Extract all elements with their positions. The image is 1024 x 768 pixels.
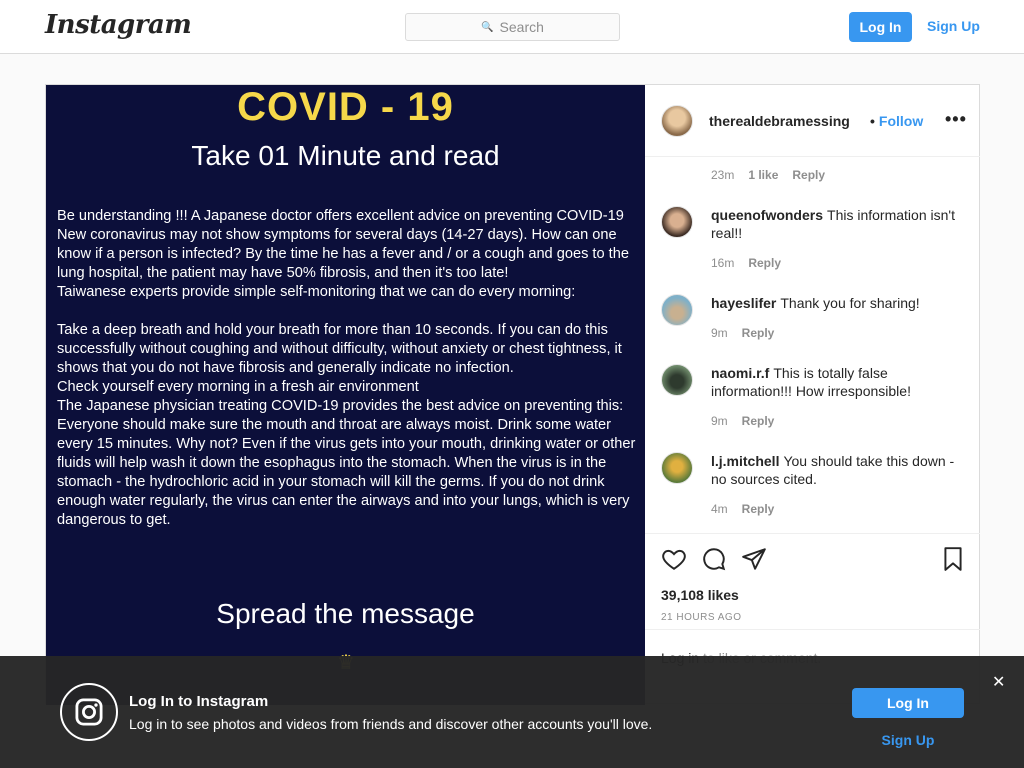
search-icon: 🔍 — [481, 21, 494, 33]
comment-text: l.j.mitchell You should take this down - … — [711, 452, 971, 488]
heart-icon[interactable] — [661, 546, 687, 572]
search-input[interactable]: 🔍 Search — [405, 13, 620, 41]
comments-list[interactable]: 23m 1 like Reply queenofwonders This inform… — [645, 157, 980, 532]
signup-link[interactable]: Sign Up — [927, 18, 980, 34]
separator-dot: • — [870, 113, 875, 129]
commenter-username[interactable]: naomi.r.f — [711, 365, 769, 381]
more-options-icon[interactable]: ••• — [945, 109, 967, 130]
follow-label: Follow — [878, 113, 924, 129]
commenter-username[interactable]: queenofwonders — [711, 207, 823, 223]
banner-subtitle: Log in to see photos and videos from fri… — [129, 716, 653, 732]
comment-meta: 16m Reply — [711, 256, 781, 270]
reply-button[interactable]: Reply — [742, 414, 775, 428]
login-banner: Log In to Instagram Log in to see photos… — [0, 656, 1024, 768]
commenter-username[interactable]: hayeslifer — [711, 295, 776, 311]
banner-login-button[interactable]: Log In — [852, 688, 964, 718]
banner-signup-link[interactable]: Sign Up — [852, 732, 964, 748]
comment-meta: 9m Reply — [711, 414, 774, 428]
comment-time: 9m — [711, 326, 728, 340]
commenter-avatar[interactable] — [661, 206, 693, 238]
reply-button[interactable]: Reply — [748, 256, 781, 270]
banner-title: Log In to Instagram — [129, 693, 269, 710]
follow-button[interactable]: • Follow — [870, 113, 923, 129]
commenter-avatar[interactable] — [661, 294, 693, 326]
instagram-logo[interactable]: Instagram — [45, 10, 192, 40]
image-subtitle: Take 01 Minute and read — [191, 140, 500, 171]
image-body-text: Be understanding !!! A Japanese doctor o… — [57, 208, 636, 528]
owner-avatar[interactable] — [661, 105, 693, 137]
top-navigation-bar: Instagram 🔍 Search Log In Sign Up — [0, 0, 1024, 54]
post-image[interactable]: COVID - 19 Take 01 Minute and read Be un… — [46, 85, 645, 705]
comment-time: 9m — [711, 414, 728, 428]
reply-button[interactable]: Reply — [742, 326, 775, 340]
instagram-glyph-icon — [60, 683, 118, 741]
commenter-username[interactable]: l.j.mitchell — [711, 453, 779, 469]
bookmark-icon[interactable] — [940, 546, 966, 572]
comment-meta: 4m Reply — [711, 502, 774, 516]
share-icon[interactable] — [741, 546, 767, 572]
close-icon[interactable]: ✕ — [992, 672, 1005, 692]
comment-meta: 23m 1 like Reply — [711, 168, 825, 182]
post-card: COVID - 19 Take 01 Minute and read Be un… — [45, 84, 980, 705]
reply-button[interactable]: Reply — [742, 502, 775, 516]
comment-time: 4m — [711, 502, 728, 516]
commenter-avatar[interactable] — [661, 364, 693, 396]
image-title: COVID - 19 — [237, 85, 454, 129]
login-button[interactable]: Log In — [849, 12, 912, 42]
post-actions: 39,108 likes 21 HOURS AGO — [645, 533, 980, 629]
post-sidebar: therealdebramessing • Follow ••• 23m 1 lik… — [645, 85, 980, 705]
post-timestamp: 21 HOURS AGO — [661, 612, 742, 623]
comment-icon[interactable] — [701, 546, 727, 572]
search-placeholder: Search — [499, 19, 544, 35]
comment-text: hayeslifer Thank you for sharing! — [711, 294, 971, 312]
comment-text: queenofwonders This information isn't rea… — [711, 206, 971, 242]
owner-username[interactable]: therealdebramessing — [709, 113, 850, 129]
comment-time: 16m — [711, 256, 735, 270]
likes-count[interactable]: 39,108 likes — [661, 587, 739, 603]
reply-button[interactable]: Reply — [792, 168, 825, 182]
comment-text: naomi.r.f This is totally false informati… — [711, 364, 971, 400]
comment-meta: 9m Reply — [711, 326, 774, 340]
comment-time: 23m — [711, 168, 735, 182]
post-header: therealdebramessing • Follow ••• — [645, 85, 980, 157]
image-footer: Spread the message — [216, 598, 475, 629]
comment-body: Thank you for sharing! — [780, 295, 920, 311]
comment-likes[interactable]: 1 like — [748, 168, 778, 182]
commenter-avatar[interactable] — [661, 452, 693, 484]
